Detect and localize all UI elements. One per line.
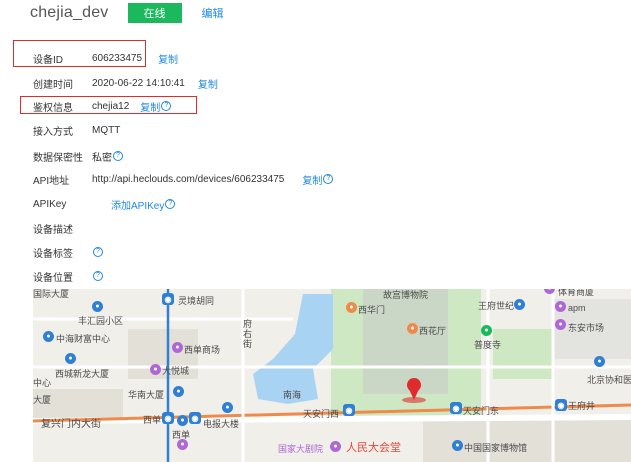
subway-icon: ◉	[162, 293, 174, 305]
access-method-row: 接入方式 MQTT	[33, 122, 120, 138]
edit-link[interactable]: 编辑	[202, 5, 224, 21]
subway-icon: ◉	[343, 404, 355, 416]
device-desc-label: 设备描述	[33, 224, 73, 236]
map-label: 王府井	[568, 401, 596, 411]
status-badge: 在线	[127, 3, 182, 23]
shop-icon: ●	[555, 319, 566, 330]
map-label: 西单商场	[184, 345, 221, 355]
map-label: 故宫博物院	[383, 290, 429, 300]
map-label: 人民大会堂	[346, 442, 401, 454]
temple-icon: ●	[481, 325, 492, 336]
created-time-label: 创建时间	[33, 79, 73, 91]
shop-icon: ●	[555, 301, 566, 312]
device-location-row: 设备位置 ?	[33, 268, 103, 284]
device-id-row: 设备ID 606233475 复制	[33, 50, 178, 66]
shop-icon: ●	[172, 342, 183, 353]
auth-info-value: chejia12	[92, 100, 130, 112]
device-desc-row: 设备描述	[33, 220, 92, 236]
shop-icon: ●	[150, 364, 161, 375]
map-label: 西城新龙大厦	[55, 369, 110, 379]
building-icon: ●	[173, 386, 184, 397]
device-id-value: 606233475	[92, 52, 143, 64]
map-label: 天安门东	[463, 406, 500, 416]
map-label: apm	[568, 303, 586, 313]
api-key-label: APIKey	[33, 198, 67, 210]
shop-icon: ●	[514, 299, 525, 310]
copy-api-address-button[interactable]: 复制	[302, 172, 322, 187]
device-location-label: 设备位置	[33, 272, 73, 284]
map-label: 中国国家博物馆	[464, 443, 528, 453]
map-label: 灵境胡同	[178, 296, 215, 306]
created-time-value: 2020-06-22 14:10:41	[92, 77, 185, 89]
map-label: 电报大楼	[203, 419, 240, 429]
data-privacy-value: 私密	[92, 152, 112, 164]
map-label: 普度寺	[474, 340, 502, 350]
building-icon: ●	[177, 415, 188, 426]
api-address-row: API地址 http://api.heclouds.com/devices/60…	[33, 171, 334, 187]
hospital-icon: ●	[594, 356, 605, 367]
shop-icon: ●	[177, 439, 188, 450]
device-tags-row: 设备标签 ?	[33, 244, 103, 260]
api-key-row: APIKey 添加APIKey ?	[33, 196, 176, 212]
map-label: 大厦	[33, 395, 52, 405]
device-tags-label: 设备标签	[33, 248, 73, 260]
map-label: 国家大剧院	[278, 444, 324, 454]
map-label: 西单	[143, 415, 162, 425]
api-address-label: API地址	[33, 175, 70, 187]
question-circle-icon[interactable]: ?	[161, 101, 172, 111]
theater-icon: ●	[330, 441, 341, 452]
api-address-value: http://api.heclouds.com/devices/60623347…	[92, 173, 285, 185]
location-map[interactable]: 国际大厦 ◉ 灵境胡同 故宫博物院 王府世纪 ● ● 体育商厦 ● apm ● …	[33, 289, 631, 462]
copy-auth-info-button[interactable]: 复制	[140, 99, 160, 114]
landmark-icon: ●	[407, 323, 418, 334]
device-name: chejia_dev	[30, 4, 109, 21]
map-label: 复兴门内大街	[41, 419, 101, 430]
created-time-row: 创建时间 2020-06-22 14:10:41 复制	[33, 75, 218, 91]
map-label: 丰汇园小区	[78, 316, 124, 326]
map-label: 国际大厦	[33, 289, 70, 299]
map-label: 体育商厦	[558, 289, 595, 297]
map-label: 西花厅	[419, 326, 447, 336]
building-icon: ●	[65, 353, 76, 364]
copy-device-id-button[interactable]: 复制	[158, 51, 178, 66]
map-label: 北京协和医	[587, 375, 631, 385]
access-method-label: 接入方式	[33, 126, 73, 138]
map-label: 中心	[33, 378, 52, 388]
device-id-label: 设备ID	[33, 54, 63, 66]
copy-created-time-button[interactable]: 复制	[198, 76, 218, 91]
map-label: 西华门	[358, 305, 386, 315]
map-label: 府右街	[243, 319, 253, 349]
subway-icon: ◉	[162, 412, 174, 424]
auth-info-label: 鉴权信息	[33, 102, 73, 114]
subway-icon: ◉	[450, 402, 462, 414]
question-circle-icon[interactable]: ?	[323, 174, 334, 184]
subway-icon: ◉	[555, 399, 567, 411]
map-label: 大悦城	[162, 366, 190, 376]
subway-icon: ◉	[189, 412, 201, 424]
park-area	[493, 329, 553, 379]
marker-shadow	[402, 397, 426, 403]
device-header: chejia_dev 在线 编辑	[30, 0, 224, 26]
museum-icon: ●	[452, 440, 463, 451]
auth-info-row: 鉴权信息 chejia12 复制 ?	[33, 98, 172, 114]
question-circle-icon[interactable]: ?	[93, 247, 103, 257]
data-privacy-label: 数据保密性	[33, 152, 83, 164]
question-circle-icon[interactable]: ?	[93, 271, 103, 281]
landmark-icon: ●	[346, 302, 357, 313]
access-method-value: MQTT	[92, 124, 121, 136]
building-icon: ●	[43, 331, 54, 342]
question-circle-icon[interactable]: ?	[113, 151, 123, 161]
add-api-key-button[interactable]: 添加APIKey	[111, 197, 164, 212]
data-privacy-row: 数据保密性 私密 ?	[33, 148, 123, 164]
building-icon: ●	[92, 301, 103, 312]
building-icon: ●	[222, 402, 233, 413]
map-label: 南海	[283, 390, 302, 400]
map-label: 中海财富中心	[56, 334, 111, 344]
question-circle-icon[interactable]: ?	[165, 199, 176, 209]
map-label: 天安门西	[303, 409, 340, 419]
map-label: 东安市场	[568, 323, 605, 333]
map-label: 王府世纪	[478, 301, 515, 311]
map-label: 华南大厦	[128, 390, 165, 400]
